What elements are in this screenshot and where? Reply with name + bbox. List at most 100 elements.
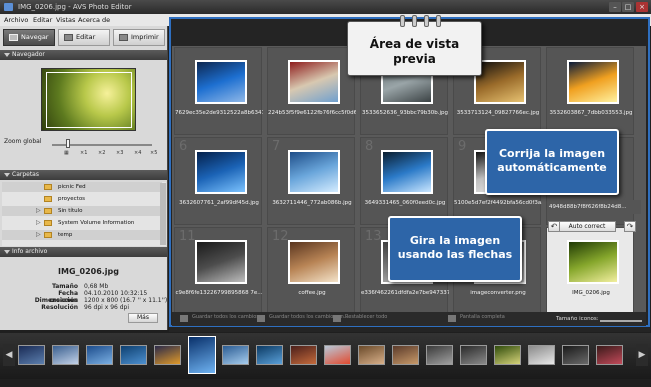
- rotate-right-icon: ↷: [626, 222, 634, 231]
- filmstrip-thumbnail[interactable]: [392, 345, 419, 365]
- fullscreen-button[interactable]: Pantalla completa: [448, 314, 505, 322]
- tab-navegar[interactable]: Navegar: [3, 29, 55, 46]
- zoom-mark: ×2: [98, 150, 106, 156]
- folder-item[interactable]: ▷ Sin título: [2, 206, 162, 216]
- preview-area-callout: Área de vista previa: [347, 15, 482, 76]
- app-icon: [4, 3, 13, 11]
- folder-item[interactable]: proyectos: [2, 194, 162, 204]
- filmstrip-thumbnail[interactable]: [460, 345, 487, 365]
- zoom-mark: ×4: [134, 150, 142, 156]
- rotate-left-button[interactable]: ↶: [548, 221, 560, 232]
- rotate-right-button[interactable]: ↷: [624, 221, 636, 232]
- tab-label: Imprimir: [131, 33, 159, 41]
- filmstrip-thumbnail[interactable]: [154, 345, 181, 365]
- folder-label: Sin título: [58, 208, 83, 214]
- app-window: IMG_0206.jpg - AVS Photo Editor – □ × Ar…: [0, 0, 651, 387]
- ring-icon: [436, 15, 441, 27]
- more-info-button[interactable]: Más: [128, 313, 158, 323]
- reset-icon: [333, 315, 341, 322]
- ring-icon: [424, 15, 429, 27]
- zoom-label: Zoom global: [4, 138, 42, 145]
- folder-label: picnic Fed: [58, 184, 86, 190]
- callout-text: Corrija la imagen automáticamente: [497, 147, 607, 174]
- menu-vistas[interactable]: Vistas: [56, 16, 75, 24]
- filmstrip-thumbnail[interactable]: [188, 336, 216, 374]
- filmstrip-thumbnail[interactable]: [426, 345, 453, 365]
- tab-label: Editar: [76, 33, 96, 41]
- tab-imprimir[interactable]: Imprimir: [113, 29, 165, 46]
- thumb-size-label: Tamaño iconos:: [556, 316, 599, 322]
- callout-text: Área de vista previa: [369, 37, 460, 66]
- filmstrip-thumbnail[interactable]: [290, 345, 317, 365]
- menu-archivo[interactable]: Archivo: [4, 16, 28, 24]
- menu-acerca-de[interactable]: Acerca de: [78, 16, 110, 24]
- filmstrip-next-button[interactable]: ▶: [636, 344, 648, 366]
- info-key: Tamaño: [51, 283, 78, 290]
- reset-all-button[interactable]: Restablecer todo: [333, 314, 388, 322]
- maximize-button[interactable]: □: [622, 2, 634, 12]
- folder-item[interactable]: ▷ System Volume Information: [2, 218, 162, 228]
- filmstrip-thumbnail[interactable]: [562, 345, 589, 365]
- fullscreen-label: Pantalla completa: [460, 314, 505, 320]
- expand-icon[interactable]: ▷: [36, 206, 41, 216]
- filmstrip-thumbnail[interactable]: [120, 345, 147, 365]
- navigator-preview[interactable]: [41, 68, 136, 131]
- info-filename: IMG_0206.jpg: [58, 267, 120, 276]
- filmstrip-thumbnail[interactable]: [358, 345, 385, 365]
- folder-scrollbar[interactable]: [160, 183, 166, 245]
- info-key: Dimensiones: [34, 297, 78, 304]
- tab-label: Navegar: [21, 33, 49, 41]
- ring-icon: [412, 15, 417, 27]
- tab-editar[interactable]: Editar: [58, 29, 110, 46]
- edit-icon: [64, 34, 73, 41]
- folder-icon: [44, 220, 52, 226]
- reset-label: Restablecer todo: [345, 314, 388, 320]
- hover-caption: 4948d88b7f8f626f8b24d8...: [547, 200, 641, 214]
- filmstrip-thumbnail[interactable]: [528, 345, 555, 365]
- filmstrip-thumbnail[interactable]: [86, 345, 113, 365]
- save-as-icon: [257, 315, 265, 322]
- folder-icon: [44, 232, 52, 238]
- thumb-size-slider[interactable]: [600, 320, 642, 322]
- folder-label: proyectos: [58, 196, 86, 202]
- rotate-callout: Gira la imagen usando las flechas: [388, 216, 522, 282]
- minimize-button[interactable]: –: [609, 2, 621, 12]
- filmstrip-prev-button[interactable]: ◀: [3, 344, 15, 366]
- zoom-mark: ×3: [116, 150, 124, 156]
- navigate-icon: [9, 34, 18, 41]
- info-value: 04.10.2010 10:32:15: [84, 290, 148, 297]
- print-icon: [119, 34, 128, 41]
- auto-correct-callout: Corrija la imagen automáticamente: [485, 129, 619, 195]
- filmstrip-thumbnail[interactable]: [494, 345, 521, 365]
- folder-item[interactable]: picnic Fed: [2, 182, 162, 192]
- callout-text: Gira la imagen usando las flechas: [397, 234, 513, 261]
- info-value: 96 dpi x 96 dpi: [84, 304, 130, 311]
- folder-icon: [44, 208, 52, 214]
- window-title: IMG_0206.jpg - AVS Photo Editor: [18, 3, 132, 11]
- filmstrip-thumbnail[interactable]: [596, 345, 623, 365]
- close-button[interactable]: ×: [636, 2, 648, 12]
- title-bar: IMG_0206.jpg - AVS Photo Editor – □ ×: [0, 0, 651, 14]
- filmstrip-thumbnail[interactable]: [324, 345, 351, 365]
- folder-label: System Volume Information: [58, 220, 135, 226]
- expand-icon[interactable]: ▷: [36, 218, 41, 228]
- zoom-mark: ×5: [150, 150, 158, 156]
- menu-editar[interactable]: Editar: [33, 16, 52, 24]
- navigator-frame[interactable]: [46, 72, 132, 128]
- auto-correct-button[interactable]: Auto correct: [558, 221, 616, 232]
- navigator-header[interactable]: Navegador: [0, 50, 167, 60]
- save-all-button[interactable]: Guardar todos los cambios: [180, 314, 259, 322]
- info-value: 0,68 Mb: [84, 283, 109, 290]
- filmstrip-thumbnail[interactable]: [222, 345, 249, 365]
- expand-icon[interactable]: ▷: [36, 230, 41, 240]
- info-header[interactable]: Info archivo: [0, 247, 167, 257]
- filmstrip-thumbnail[interactable]: [52, 345, 79, 365]
- rotate-left-icon: ↶: [550, 222, 558, 231]
- zoom-mark-fit: ▦: [64, 150, 69, 156]
- folder-item[interactable]: ▷ temp: [2, 230, 162, 240]
- folders-header[interactable]: Carpetas: [0, 170, 167, 180]
- folder-tree: picnic Fed proyectos ▷ Sin título ▷ Syst…: [2, 182, 166, 246]
- filmstrip-thumbnail[interactable]: [256, 345, 283, 365]
- filmstrip-thumbnail[interactable]: [18, 345, 45, 365]
- zoom-slider-handle[interactable]: [66, 139, 70, 148]
